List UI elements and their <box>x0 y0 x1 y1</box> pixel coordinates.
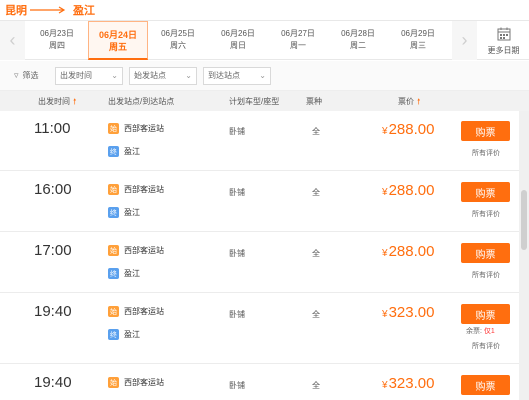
departure-time: 17:00 <box>34 242 72 259</box>
buy-ticket-button[interactable]: 购票 <box>461 375 510 395</box>
departure-time: 11:00 <box>34 120 71 137</box>
destination-station: 终 盈江 <box>108 268 140 279</box>
departure-time: 19:40 <box>34 303 72 320</box>
chevron-down-icon: ⌄ <box>185 71 192 80</box>
origin-station-filter[interactable]: 始发站点 ⌄ <box>129 67 197 85</box>
origin-station: 始 西部客运站 <box>108 306 164 317</box>
origin-tag: 始 <box>108 377 119 388</box>
destination-tag: 终 <box>108 146 119 157</box>
filter-label: ▿ 筛选 <box>14 70 39 80</box>
destination-tag: 终 <box>108 207 119 218</box>
price: ¥323.00 <box>382 304 435 321</box>
sort-arrow-icon: 🠕 <box>417 97 421 106</box>
date-tab[interactable]: 06月28日 周二 <box>328 21 388 60</box>
destination-city: 盈江 <box>73 5 95 17</box>
chevron-left-icon: ‹ <box>9 30 16 50</box>
destination-station: 终 盈江 <box>108 207 140 218</box>
date-tab[interactable]: 06月23日 周四 <box>27 21 87 60</box>
table-row: 19:40 始 西部客运站 终 盈江 卧铺 全 ¥323.00 购票 余票: 仅… <box>0 294 529 364</box>
date-tab[interactable]: 06月27日 周一 <box>268 21 328 60</box>
departure-time-header[interactable]: 出发时间 🠕 <box>38 96 76 110</box>
route-arrow-icon <box>30 6 70 14</box>
date-tab[interactable]: 06月25日 周六 <box>148 21 208 60</box>
all-reviews-link[interactable]: 所有评价 <box>472 270 500 280</box>
sort-arrow-icon: 🠕 <box>73 97 77 106</box>
seat-type: 卧铺 <box>229 188 245 197</box>
date-tab[interactable]: 06月29日 周三 <box>388 21 448 60</box>
origin-tag: 始 <box>108 245 119 256</box>
scrollbar-track[interactable] <box>519 111 529 400</box>
origin-tag: 始 <box>108 306 119 317</box>
funnel-icon: ▿ <box>14 70 19 80</box>
price: ¥323.00 <box>382 375 435 392</box>
chevron-right-icon: › <box>461 30 468 50</box>
origin-station: 始 西部客运站 <box>108 377 164 388</box>
more-dates-label: 更多日期 <box>487 46 520 55</box>
seat-type: 卧铺 <box>229 249 245 258</box>
more-dates-button[interactable]: 更多日期 <box>478 21 529 60</box>
date-tab-selected[interactable]: 06月24日 周五 <box>88 21 148 60</box>
chevron-down-icon: ⌄ <box>111 71 118 80</box>
origin-tag: 始 <box>108 184 119 195</box>
buy-ticket-button[interactable]: 购票 <box>461 243 510 263</box>
next-dates-button[interactable]: › <box>452 21 477 60</box>
seat-type-header: 计划车型/座型 <box>229 97 280 106</box>
seat-kind: 全 <box>312 127 320 136</box>
origin-station: 始 西部客运站 <box>108 245 164 256</box>
destination-tag: 终 <box>108 268 119 279</box>
remaining-tickets: 余票: 仅1 <box>466 328 495 335</box>
seat-kind: 全 <box>312 249 320 258</box>
destination-station: 终 盈江 <box>108 146 140 157</box>
origin-tag: 始 <box>108 123 119 134</box>
seat-type: 卧铺 <box>229 127 245 136</box>
price: ¥288.00 <box>382 121 435 138</box>
table-row: 16:00 始 西部客运站 终 盈江 卧铺 全 ¥288.00 购票 所有评价 <box>0 172 529 232</box>
calendar-icon <box>478 27 529 43</box>
arrival-station-filter[interactable]: 到达站点 ⌄ <box>203 67 271 85</box>
table-row: 19:40 始 西部客运站 卧铺 全 ¥323.00 购票 <box>0 365 529 400</box>
price: ¥288.00 <box>382 182 435 199</box>
table-header: 出发时间 🠕 出发站点/到达站点 计划车型/座型 票种 票价 🠕 <box>0 91 529 111</box>
buy-ticket-button[interactable]: 购票 <box>461 121 510 141</box>
seat-type: 卧铺 <box>229 381 245 390</box>
seat-kind: 全 <box>312 188 320 197</box>
filter-bar: ▿ 筛选 出发时间 ⌄ 始发站点 ⌄ 到达站点 ⌄ <box>0 61 529 91</box>
origin-city: 昆明 <box>5 5 27 17</box>
destination-station: 终 盈江 <box>108 329 140 340</box>
buy-ticket-button[interactable]: 购票 <box>461 182 510 202</box>
departure-time: 19:40 <box>34 374 72 391</box>
all-reviews-link[interactable]: 所有评价 <box>472 148 500 158</box>
prev-dates-button[interactable]: ‹ <box>0 21 25 60</box>
departure-time-filter[interactable]: 出发时间 ⌄ <box>55 67 123 85</box>
chevron-down-icon: ⌄ <box>259 71 266 80</box>
price: ¥288.00 <box>382 243 435 260</box>
origin-station: 始 西部客运站 <box>108 123 164 134</box>
departure-time: 16:00 <box>34 181 72 198</box>
destination-tag: 终 <box>108 329 119 340</box>
table-row: 11:00 始 西部客运站 终 盈江 卧铺 全 ¥288.00 购票 所有评价 <box>0 111 529 171</box>
all-reviews-link[interactable]: 所有评价 <box>472 341 500 351</box>
stations-header: 出发站点/到达站点 <box>108 97 175 106</box>
table-row: 17:00 始 西部客运站 终 盈江 卧铺 全 ¥288.00 购票 所有评价 <box>0 233 529 293</box>
route-header: 昆明 盈江 <box>0 0 529 20</box>
date-tab[interactable]: 06月26日 周日 <box>208 21 268 60</box>
all-reviews-link[interactable]: 所有评价 <box>472 209 500 219</box>
seat-type: 卧铺 <box>229 310 245 319</box>
seat-kind: 全 <box>312 381 320 390</box>
seat-kind-header: 票种 <box>306 97 322 106</box>
remaining-count: 仅1 <box>483 328 495 335</box>
date-selector: ‹ 06月23日 周四 06月24日 周五 06月25日 周六 06月26日 周… <box>0 20 529 60</box>
seat-kind: 全 <box>312 310 320 319</box>
buy-ticket-button[interactable]: 购票 <box>461 304 510 324</box>
origin-station: 始 西部客运站 <box>108 184 164 195</box>
scrollbar-thumb[interactable] <box>521 190 527 250</box>
price-header[interactable]: 票价 🠕 <box>398 96 420 110</box>
